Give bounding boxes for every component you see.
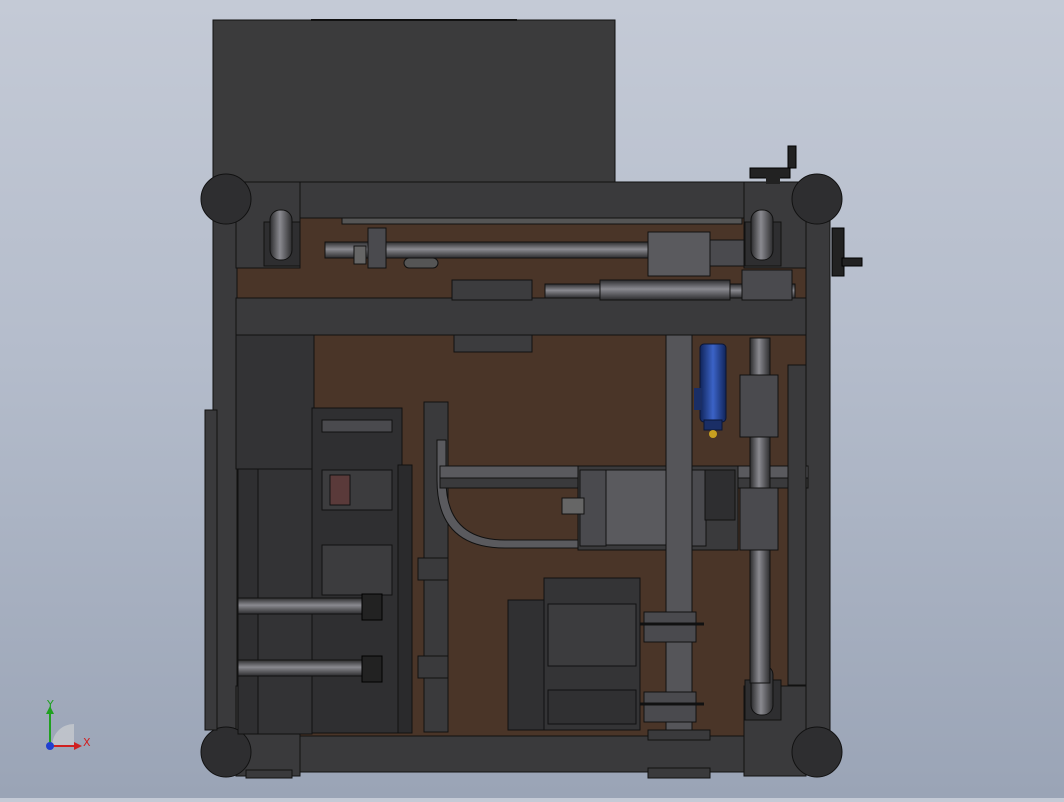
z-axis-dot [46, 742, 54, 750]
top-cabinet [212, 19, 616, 186]
left-shaft-2 [237, 659, 379, 677]
left-side-plate [204, 409, 218, 731]
coordinate-triad [46, 706, 82, 750]
y-axis-label: Y [47, 698, 54, 711]
handwheel-right [831, 227, 863, 277]
frame-bottom-beam [297, 735, 747, 773]
upper-cylinder [647, 231, 711, 277]
foot-tl [200, 173, 252, 225]
frame-top-beam [297, 181, 747, 219]
foot-tr [791, 173, 843, 225]
foot-br [791, 726, 843, 778]
left-shaft-1 [237, 597, 379, 615]
frame-right-post [805, 184, 831, 774]
middle-cross-beam [235, 297, 807, 336]
center-vertical-guide [665, 334, 693, 736]
handwheel-top [749, 145, 797, 184]
x-axis-label: X [83, 736, 91, 749]
cad-model-drawing [46, 19, 863, 779]
cad-viewport[interactable]: X Y [0, 0, 1064, 798]
